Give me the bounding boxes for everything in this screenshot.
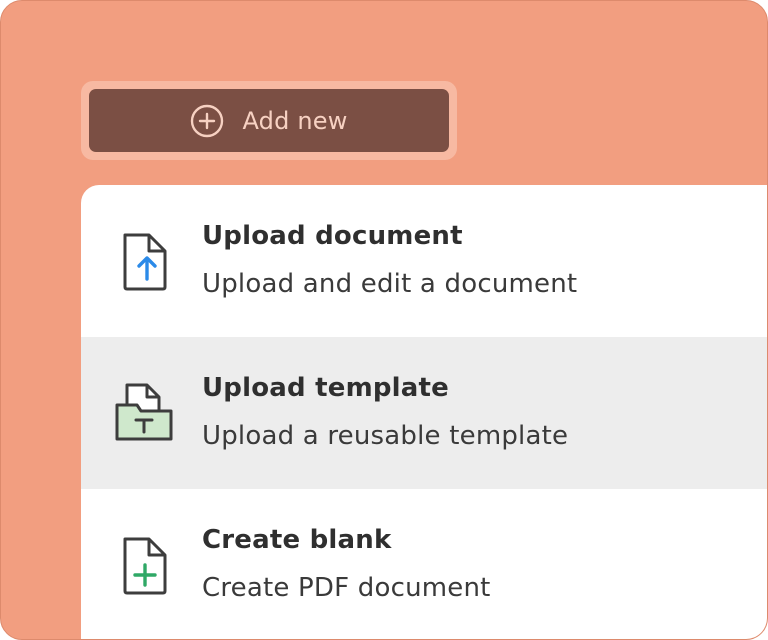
file-plus-icon [113,535,175,597]
menu-item-upload-document[interactable]: Upload document Upload and edit a docume… [81,185,767,337]
add-new-button[interactable]: Add new [89,89,449,152]
menu-item-description: Upload a reusable template [202,421,569,451]
add-new-dropdown-menu: Upload document Upload and edit a docume… [81,185,767,639]
add-new-button-focus-ring: Add new [81,81,457,160]
plus-circle-icon [190,104,224,138]
menu-item-description: Create PDF document [202,573,491,603]
menu-item-title: Create blank [202,525,392,555]
menu-item-description: Upload and edit a document [202,269,578,299]
menu-item-title: Upload template [202,373,449,403]
file-upload-icon [113,231,175,293]
menu-item-upload-template[interactable]: Upload template Upload a reusable templa… [81,337,767,489]
menu-item-create-blank[interactable]: Create blank Create PDF document [81,489,767,639]
menu-item-title: Upload document [202,221,463,251]
add-new-label: Add new [242,106,348,135]
app-frame: Add new Upload document Upload and edit … [0,0,768,640]
template-folder-icon [113,383,175,445]
